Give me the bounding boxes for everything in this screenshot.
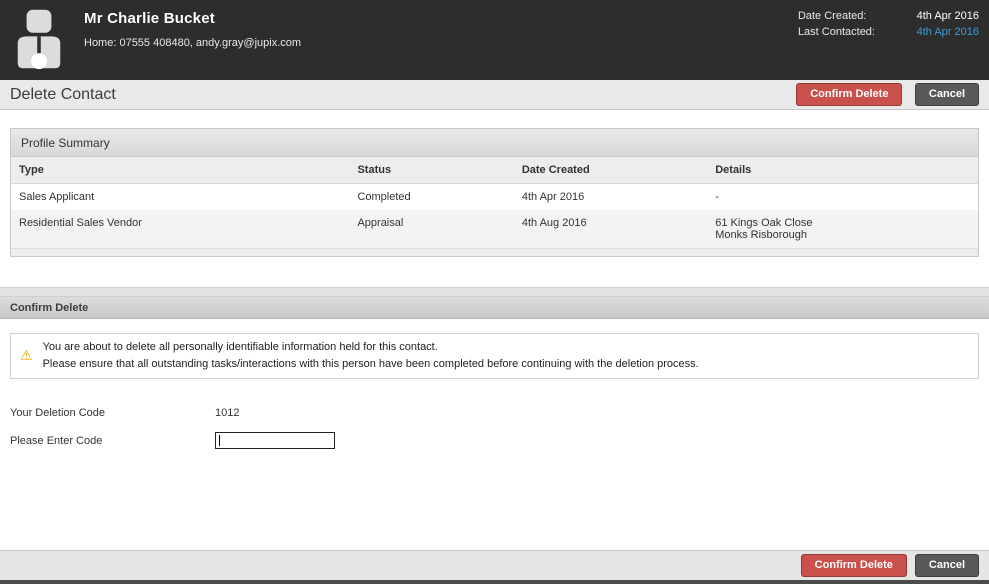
confirm-delete-button-bottom[interactable]: Confirm Delete xyxy=(800,553,907,578)
contact-details: Home: 07555 408480, andy.gray@jupix.com xyxy=(84,37,302,49)
last-contacted-label: Last Contacted: xyxy=(797,26,875,38)
enter-code-label: Please Enter Code xyxy=(10,434,103,447)
enter-code-row: Please Enter Code xyxy=(10,432,979,450)
column-header-type: Type xyxy=(11,157,350,184)
person-icon xyxy=(17,9,61,70)
confirm-delete-button-top[interactable]: Confirm Delete xyxy=(796,82,903,107)
enter-code-input-wrap xyxy=(215,432,335,450)
deletion-code-row: Your Deletion Code 1012 xyxy=(10,407,979,419)
profile-summary-title: Profile Summary xyxy=(11,129,978,157)
date-created-value: 4th Apr 2016 xyxy=(916,10,979,22)
panel-bottom-strip xyxy=(11,248,978,256)
cell-status: Appraisal xyxy=(349,210,514,248)
cell-date-created: 4th Aug 2016 xyxy=(513,210,708,248)
warning-text: You are about to delete all personally i… xyxy=(43,339,699,373)
deletion-code-form: Your Deletion Code 1012 Please Enter Cod… xyxy=(10,407,979,450)
cell-date-created: 4th Apr 2016 xyxy=(521,191,585,203)
section-divider xyxy=(0,287,989,297)
contact-meta: Mr Charlie Bucket Home: 07555 408480, an… xyxy=(84,8,798,49)
cell-type: Sales Applicant xyxy=(19,191,95,203)
table-header-row: Type Status Date Created Details xyxy=(11,157,978,184)
warning-line-2: Please ensure that all outstanding tasks… xyxy=(42,358,699,371)
warning-icon: ⚠ xyxy=(20,347,33,364)
profile-summary-panel: Profile Summary Type Status Date Created… xyxy=(10,128,979,257)
cell-type: Residential Sales Vendor xyxy=(11,210,350,248)
contact-dates: Date Created: 4th Apr 2016 Last Contacte… xyxy=(798,8,979,38)
text-caret xyxy=(219,435,220,447)
contact-name: Mr Charlie Bucket xyxy=(84,10,215,27)
cancel-button-top[interactable]: Cancel xyxy=(914,82,979,107)
warning-line-1: You are about to delete all personally i… xyxy=(42,341,438,353)
cell-details: 61 Kings Oak Close Monks Risborough xyxy=(707,210,978,248)
cell-details: - xyxy=(715,191,719,203)
profile-row-sales-applicant: Sales Applicant Completed 4th Apr 2016 - xyxy=(11,184,978,211)
contact-avatar xyxy=(10,8,68,70)
deletion-code-label: Your Deletion Code xyxy=(10,407,105,420)
column-header-date-created: Date Created xyxy=(513,157,708,184)
column-header-details: Details xyxy=(707,157,978,184)
deletion-code-value: 1012 xyxy=(215,407,240,420)
page-titlebar: Delete Contact Confirm Delete Cancel xyxy=(0,80,989,110)
cancel-button-bottom[interactable]: Cancel xyxy=(914,553,979,578)
deletion-warning: ⚠ You are about to delete all personally… xyxy=(10,333,979,380)
confirm-delete-section-title: Confirm Delete xyxy=(0,297,989,319)
enter-code-input[interactable] xyxy=(215,432,335,450)
profile-summary-table: Type Status Date Created Details Sales A… xyxy=(11,157,978,248)
contact-header: Mr Charlie Bucket Home: 07555 408480, an… xyxy=(0,0,989,80)
date-created-label: Date Created: xyxy=(797,10,867,22)
cell-status: Completed xyxy=(357,191,411,203)
footer-actions: Confirm Delete Cancel xyxy=(0,550,989,580)
titlebar-actions: Confirm Delete Cancel xyxy=(796,82,979,107)
column-header-status: Status xyxy=(349,157,514,184)
window-bottom-edge xyxy=(0,580,989,584)
page-content: Profile Summary Type Status Date Created… xyxy=(0,110,989,550)
last-contacted-value[interactable]: 4th Apr 2016 xyxy=(889,26,979,38)
page-title: Delete Contact xyxy=(10,85,116,103)
delete-contact-page: Mr Charlie Bucket Home: 07555 408480, an… xyxy=(0,0,989,584)
profile-row-residential-sales-vendor: Residential Sales Vendor Appraisal 4th A… xyxy=(11,210,978,248)
